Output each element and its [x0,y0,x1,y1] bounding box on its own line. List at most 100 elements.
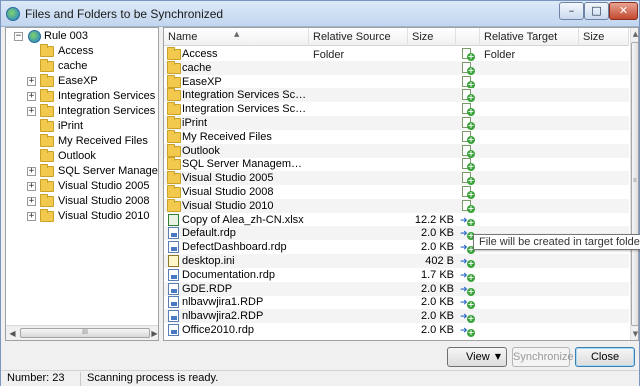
table-row[interactable]: EaseXP + [164,74,629,89]
table-row[interactable]: GDE.RDP 2.0 KB ➜ + [164,281,629,296]
folder-icon [167,157,181,171]
scroll-thumb[interactable]: ≡ [631,42,638,326]
collapse-icon[interactable]: − [14,32,23,41]
create-in-target-icon[interactable]: + [462,199,475,213]
row-name: GDE.RDP [182,282,233,295]
column-target-size[interactable]: Size [579,28,629,46]
create-in-target-icon[interactable]: + [462,117,475,130]
create-in-target-icon[interactable]: ➜ + [460,269,475,282]
tree-item[interactable]: + Visual Studio 2005 [6,179,158,194]
folder-tree[interactable]: − Rule 003 Access cache + EaseXP + Integratio… [5,27,159,341]
table-row[interactable]: Visual Studio 2008 + [164,185,629,199]
table-row[interactable]: SQL Server Management Studio + [164,157,629,172]
tree-item[interactable]: + SQL Server Management S [6,164,158,179]
tree-horizontal-scrollbar[interactable]: ◀ III ▶ [6,325,158,340]
folder-icon [167,88,181,102]
table-row[interactable]: Visual Studio 2005 + [164,171,629,186]
minimize-button[interactable]: – [559,2,584,20]
tree-root-label: Rule 003 [44,30,89,42]
table-row[interactable]: Office2010.rdp 2.0 KB ➜ + [164,323,629,337]
scroll-left-icon[interactable]: ◀ [7,328,18,339]
row-name: SQL Server Management Studio [182,158,308,171]
create-in-target-icon[interactable]: + [462,89,475,103]
row-name: DefectDashboard.rdp [182,241,287,254]
table-row[interactable]: Access + [164,47,629,61]
folder-icon [40,104,54,117]
close-window-button[interactable]: ✕ [609,2,638,20]
file-list[interactable]: Name ▲ Relative Source Folder Size Relat… [163,27,639,341]
scroll-up-icon[interactable]: ▲ [631,30,638,38]
expand-icon[interactable]: + [27,197,36,206]
row-name: Visual Studio 2005 [182,172,274,185]
create-in-target-icon[interactable]: ➜ + [460,283,475,296]
row-size [408,102,454,116]
tree-item[interactable]: My Received Files [6,134,158,149]
expand-icon[interactable]: + [27,182,36,191]
expand-icon[interactable]: + [27,107,36,116]
synchronize-button[interactable]: Synchronize [512,347,574,367]
expand-icon[interactable]: + [27,167,36,176]
row-name: Visual Studio 2010 [182,199,274,212]
tree-item-label: Integration Services Script [58,90,158,102]
scroll-right-icon[interactable]: ▶ [149,328,158,339]
table-row[interactable]: Visual Studio 2010 + [164,198,629,213]
expand-icon[interactable]: + [27,212,36,221]
tree-item[interactable]: + Integration Services Script [6,89,158,104]
plus-icon: + [467,107,475,117]
create-in-target-icon[interactable]: + [462,158,475,172]
table-row[interactable]: Integration Services Script Task + [164,102,629,117]
tree-item[interactable]: Access [6,44,158,59]
list-vertical-scrollbar[interactable]: ▲ ≡ ▼ [630,28,638,340]
folder-icon [40,179,54,192]
table-row[interactable]: nlbavwjira2.RDP 2.0 KB ➜ + [164,309,629,324]
create-in-target-icon[interactable]: + [462,186,475,199]
create-in-target-icon[interactable]: + [462,103,475,117]
create-in-target-icon[interactable]: ➜ + [460,310,475,324]
column-name[interactable]: Name ▲ [164,28,309,46]
tree-item[interactable]: + Visual Studio 2010 [6,209,158,224]
column-action[interactable] [456,28,480,46]
create-in-target-icon[interactable]: + [462,130,475,144]
view-button[interactable]: View ▼ [447,347,507,367]
table-row[interactable]: iPrint + [164,116,629,130]
create-in-target-icon[interactable]: ➜ + [460,255,475,268]
create-in-target-icon[interactable]: + [462,172,475,186]
create-in-target-icon[interactable]: + [462,75,475,89]
close-button[interactable]: Close [575,347,635,367]
maximize-button[interactable]: □ [584,2,609,20]
tree-item-label: Visual Studio 2008 [58,195,150,207]
create-in-target-icon[interactable]: ➜ + [460,324,475,337]
scroll-thumb[interactable]: III [20,328,150,338]
table-row[interactable]: Copy of Alea_zh-CN.xlsx 12.2 KB ➜ + [164,213,629,227]
create-in-target-icon[interactable]: ➜ + [460,296,475,310]
tree-item[interactable]: iPrint [6,119,158,134]
table-row[interactable]: nlbavwjira1.RDP 2.0 KB ➜ + [164,295,629,310]
create-in-target-icon[interactable]: + [462,61,475,75]
row-size [408,171,454,185]
tree-item[interactable]: cache [6,59,158,74]
column-relative-source-folder[interactable]: Relative Source Folder [309,28,408,61]
tree-root[interactable]: − Rule 003 [6,29,158,44]
table-row[interactable]: cache + [164,60,629,75]
remote-desktop-file-icon [168,296,179,309]
expand-icon[interactable]: + [27,77,36,86]
title-bar[interactable]: Files and Folders to be Synchronized – □… [1,1,639,27]
create-in-target-icon[interactable]: ➜ + [460,214,475,227]
folder-icon [40,44,54,57]
tree-item[interactable]: + Visual Studio 2008 [6,194,158,209]
table-row[interactable]: My Received Files + [164,129,629,144]
tree-item[interactable]: + EaseXP [6,74,158,89]
tree-item[interactable]: Outlook [6,149,158,164]
scroll-down-icon[interactable]: ▼ [631,330,638,338]
column-source-size[interactable]: Size [408,28,456,46]
table-row[interactable]: Outlook + [164,143,629,158]
table-row[interactable]: desktop.ini 402 B ➜ + [164,254,629,268]
tree-item[interactable]: + Integration Services Script [6,104,158,119]
create-in-target-icon[interactable]: + [462,48,475,61]
expand-icon[interactable]: + [27,92,36,101]
table-row[interactable]: Documentation.rdp 1.7 KB ➜ + [164,268,629,282]
column-relative-target-folder[interactable]: Relative Target Folder [480,28,579,61]
create-in-target-icon[interactable]: + [462,144,475,158]
remote-desktop-file-icon [168,310,179,323]
table-row[interactable]: Integration Services Script C... + [164,88,629,103]
